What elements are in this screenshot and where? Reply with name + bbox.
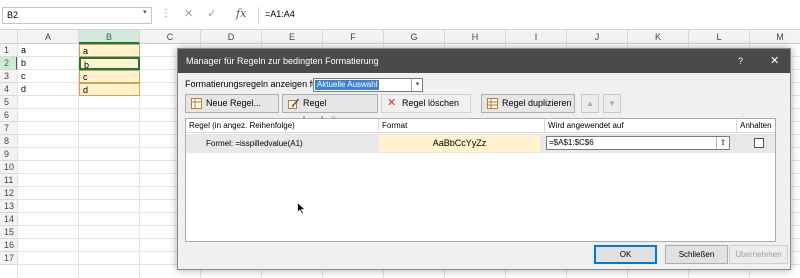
- row-header-17[interactable]: 17: [0, 252, 18, 265]
- show-rules-value: Aktuelle Auswahl: [315, 80, 380, 90]
- cell-a1[interactable]: a: [18, 44, 79, 57]
- collapse-range-icon[interactable]: ⇧: [716, 137, 729, 149]
- column-header-stop: Anhalten: [737, 119, 775, 133]
- new-rule-button[interactable]: Neue Regel...: [185, 94, 279, 113]
- row-header-1[interactable]: 1: [0, 44, 18, 57]
- new-rule-icon: [191, 98, 202, 109]
- edit-rule-icon: [288, 98, 299, 109]
- conditional-format-manager-dialog: Manager für Regeln zur bedingten Formati…: [177, 48, 791, 270]
- column-header-format: Format: [379, 119, 545, 133]
- row-header-4[interactable]: 4: [0, 83, 18, 96]
- move-up-button[interactable]: ▲: [581, 94, 599, 113]
- duplicate-rule-label: Regel duplizieren: [502, 98, 572, 108]
- column-header-a[interactable]: A: [18, 30, 79, 44]
- row-header-14[interactable]: 14: [0, 213, 18, 226]
- row-header-15[interactable]: 15: [0, 226, 18, 239]
- more-icon: ⋮: [161, 8, 171, 19]
- rule-toolbar: Neue Regel... Regel bearbeiten... ✕ Rege…: [185, 94, 780, 125]
- check-icon[interactable]: ✓: [207, 7, 216, 20]
- ok-button[interactable]: OK: [594, 245, 657, 264]
- column-header-i[interactable]: I: [506, 30, 567, 44]
- column-header-m[interactable]: M: [750, 30, 800, 44]
- column-header-k[interactable]: K: [628, 30, 689, 44]
- cell-b4[interactable]: d: [79, 83, 140, 96]
- format-preview: AaBbCcYyZz: [379, 135, 540, 152]
- cancel-icon[interactable]: ✕: [184, 7, 193, 20]
- duplicate-rule-icon: [487, 98, 498, 109]
- close-icon[interactable]: ✕: [770, 49, 779, 73]
- chevron-down-icon[interactable]: ▾: [411, 79, 423, 91]
- rules-table: Regel (in angez. Reihenfolge) Format Wir…: [185, 118, 776, 242]
- stop-if-true-checkbox[interactable]: [754, 138, 764, 148]
- column-header-e[interactable]: E: [262, 30, 323, 44]
- dialog-title: Manager für Regeln zur bedingten Formati…: [186, 56, 379, 66]
- column-header-h[interactable]: H: [445, 30, 506, 44]
- row-header-10[interactable]: 10: [0, 161, 18, 174]
- applies-to-input[interactable]: =$A$1:$C$6: [546, 136, 730, 150]
- cell-b1[interactable]: a: [79, 44, 140, 57]
- show-rules-label: Formatierungsregeln anzeigen für:: [185, 79, 323, 89]
- column-header-rule: Regel (in angez. Reihenfolge): [186, 119, 379, 133]
- edit-rule-button[interactable]: Regel bearbeiten...: [282, 94, 378, 125]
- row-header-5[interactable]: 5: [0, 96, 18, 109]
- delete-icon: ✕: [387, 97, 397, 109]
- row-header-6[interactable]: 6: [0, 109, 18, 122]
- cell-a3[interactable]: c: [18, 70, 79, 83]
- row-header-16[interactable]: 16: [0, 239, 18, 252]
- cell-b3[interactable]: c: [79, 70, 140, 83]
- delete-rule-button[interactable]: ✕ Regel löschen: [381, 94, 471, 113]
- column-header-l[interactable]: L: [689, 30, 750, 44]
- name-box[interactable]: B2: [2, 7, 152, 24]
- mouse-cursor-icon: [297, 202, 306, 215]
- row-header-7[interactable]: 7: [0, 122, 18, 135]
- insert-function-icon[interactable]: fx: [236, 7, 246, 20]
- row-header-11[interactable]: 11: [0, 174, 18, 187]
- cell-a2[interactable]: b: [18, 57, 79, 70]
- column-header-applies-to: Wird angewendet auf: [545, 119, 737, 133]
- cell-a4[interactable]: d: [18, 83, 79, 96]
- column-header-b[interactable]: B: [79, 30, 140, 44]
- dialog-title-bar[interactable]: Manager für Regeln zur bedingten Formati…: [178, 49, 790, 73]
- select-all-corner[interactable]: [0, 30, 18, 44]
- row-header-12[interactable]: 12: [0, 187, 18, 200]
- help-icon[interactable]: ?: [738, 49, 743, 73]
- formula-bar: B2 ▾ ⋮ ✕ ✓ fx =A1:A4: [0, 0, 800, 30]
- formula-input[interactable]: =A1:A4: [258, 7, 796, 24]
- rule-description: Formel: =isspilledvalue(A1): [206, 139, 303, 148]
- row-header-3[interactable]: 3: [0, 70, 18, 83]
- column-header-j[interactable]: J: [567, 30, 628, 44]
- chevron-down-icon[interactable]: ▾: [143, 8, 147, 16]
- table-row[interactable]: Formel: =isspilledvalue(A1) AaBbCcYyZz =…: [186, 134, 775, 153]
- close-button[interactable]: Schließen: [665, 245, 728, 264]
- duplicate-rule-button[interactable]: Regel duplizieren: [481, 94, 575, 113]
- column-header-g[interactable]: G: [384, 30, 445, 44]
- delete-rule-label: Regel löschen: [402, 98, 460, 108]
- column-header-c[interactable]: C: [140, 30, 201, 44]
- show-rules-select[interactable]: Aktuelle Auswahl ▾: [313, 78, 423, 92]
- arrow-down-icon: ▼: [608, 99, 616, 108]
- cell-b2[interactable]: b: [79, 57, 140, 70]
- column-header-d[interactable]: D: [201, 30, 262, 44]
- row-header-2[interactable]: 2: [0, 57, 18, 70]
- row-header-9[interactable]: 9: [0, 148, 18, 161]
- column-header-f[interactable]: F: [323, 30, 384, 44]
- new-rule-label: Neue Regel...: [206, 98, 262, 108]
- apply-button[interactable]: Übernehmen: [729, 245, 788, 264]
- row-header-8[interactable]: 8: [0, 135, 18, 148]
- row-header-13[interactable]: 13: [0, 200, 18, 213]
- arrow-up-icon: ▲: [586, 99, 594, 108]
- move-down-button[interactable]: ▼: [603, 94, 621, 113]
